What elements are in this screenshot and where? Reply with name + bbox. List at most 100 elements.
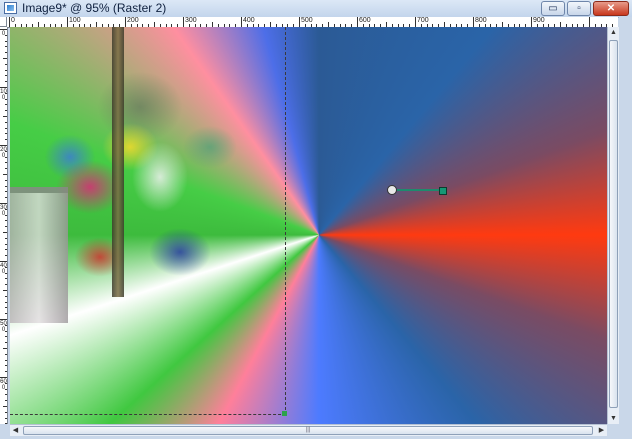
scroll-up-arrow-icon[interactable]: ▲ xyxy=(608,27,619,38)
ruler-tick xyxy=(5,52,7,53)
ruler-tick xyxy=(3,116,7,117)
ruler-corner xyxy=(0,17,7,27)
ruler-tick xyxy=(5,81,7,82)
ruler-tick xyxy=(5,238,7,239)
image-canvas[interactable] xyxy=(10,27,607,424)
ruler-tick xyxy=(125,17,126,27)
window-title: Image9* @ 95% (Raster 2) xyxy=(22,1,167,15)
ruler-tick xyxy=(5,336,7,337)
ruler-tick xyxy=(5,423,7,424)
ruler-tick xyxy=(415,17,416,27)
ruler-tick xyxy=(5,70,7,71)
ruler-tick xyxy=(5,168,7,169)
ruler-tick xyxy=(183,17,184,27)
ruler-tick xyxy=(5,412,7,413)
close-button[interactable]: ✕ xyxy=(593,1,629,16)
ruler-tick xyxy=(5,278,7,279)
ruler-tick xyxy=(5,151,7,152)
ruler-tick xyxy=(5,331,7,332)
ruler-tick xyxy=(5,110,7,111)
horizontal-scrollbar[interactable]: ◀ ||| ▶ xyxy=(10,424,607,436)
ruler-tick xyxy=(5,99,7,100)
ruler-tick xyxy=(5,325,7,326)
ruler-tick xyxy=(5,400,7,401)
window-frame xyxy=(619,17,632,439)
horizontal-scroll-thumb[interactable]: ||| xyxy=(23,426,593,435)
vertical-scrollbar[interactable]: ▲ ▼ xyxy=(607,27,619,424)
ruler-tick xyxy=(531,17,532,27)
ruler-tick xyxy=(3,406,7,407)
ruler-tick xyxy=(5,273,7,274)
ruler-tick xyxy=(5,162,7,163)
ruler-tick xyxy=(5,93,7,94)
ruler-tick xyxy=(0,319,7,320)
scroll-right-arrow-icon[interactable]: ▶ xyxy=(596,425,607,436)
ruler-tick xyxy=(299,17,300,27)
ruler-tick xyxy=(5,389,7,390)
ruler-tick xyxy=(3,348,7,349)
ruler-tick xyxy=(5,41,7,42)
gradient-center-handle[interactable] xyxy=(387,185,397,195)
vertical-scroll-thumb[interactable] xyxy=(609,40,618,408)
scroll-down-arrow-icon[interactable]: ▼ xyxy=(608,413,619,424)
ruler-tick xyxy=(5,133,7,134)
ruler-tick xyxy=(3,290,7,291)
maximize-button[interactable]: ▫ xyxy=(567,1,591,16)
ruler-tick xyxy=(5,383,7,384)
ruler-tick xyxy=(5,139,7,140)
ruler-tick xyxy=(5,394,7,395)
ruler-tick xyxy=(0,377,7,378)
ruler-tick xyxy=(5,342,7,343)
vertical-ruler[interactable]: 0 100 200 300 400 500 600 xyxy=(0,27,8,424)
ruler-tick xyxy=(5,104,7,105)
ruler-tick xyxy=(5,226,7,227)
scroll-left-arrow-icon[interactable]: ◀ xyxy=(10,425,21,436)
ruler-tick xyxy=(357,17,358,27)
ruler-tick xyxy=(5,354,7,355)
ruler-tick xyxy=(473,17,474,27)
ruler-tick xyxy=(5,191,7,192)
ruler-tick xyxy=(0,261,7,262)
ruler-tick xyxy=(5,267,7,268)
gradient-direction-line xyxy=(397,189,442,191)
ruler-tick xyxy=(5,75,7,76)
ruler-tick xyxy=(5,255,7,256)
ruler-tick xyxy=(589,17,590,27)
ruler-tick xyxy=(5,371,7,372)
ruler-tick xyxy=(0,203,7,204)
ruler-tick xyxy=(0,87,7,88)
ruler-tick xyxy=(5,249,7,250)
ruler-tick xyxy=(0,29,7,30)
ruler-tick xyxy=(5,64,7,65)
ruler-tick xyxy=(5,215,7,216)
ruler-tick xyxy=(5,186,7,187)
selection-marquee[interactable] xyxy=(10,27,286,415)
gradient-angle-handle[interactable] xyxy=(439,187,447,195)
ruler-tick xyxy=(5,296,7,297)
ruler-tick xyxy=(5,418,7,419)
image-document-icon xyxy=(4,2,17,14)
ruler-tick xyxy=(5,360,7,361)
ruler-tick xyxy=(5,157,7,158)
ruler-tick xyxy=(5,209,7,210)
ruler-tick xyxy=(5,365,7,366)
ruler-tick xyxy=(3,232,7,233)
ruler-tick xyxy=(5,220,7,221)
ruler-tick xyxy=(5,302,7,303)
ruler-tick xyxy=(5,197,7,198)
ruler-tick xyxy=(0,145,7,146)
ruler-tick xyxy=(5,180,7,181)
ruler-tick xyxy=(5,244,7,245)
ruler-tick xyxy=(5,46,7,47)
ruler-tick xyxy=(241,17,242,27)
ruler-label: 0 xyxy=(1,31,6,37)
gradient-direction-control[interactable] xyxy=(387,185,447,195)
selection-handle[interactable] xyxy=(282,411,287,416)
minimize-button[interactable]: ▭ xyxy=(541,1,565,16)
ruler-tick xyxy=(67,17,68,27)
ruler-tick xyxy=(5,284,7,285)
ruler-tick xyxy=(5,128,7,129)
title-bar: Image9* @ 95% (Raster 2) ▭ ▫ ✕ xyxy=(0,0,632,18)
ruler-tick xyxy=(5,122,7,123)
ruler-tick xyxy=(3,174,7,175)
